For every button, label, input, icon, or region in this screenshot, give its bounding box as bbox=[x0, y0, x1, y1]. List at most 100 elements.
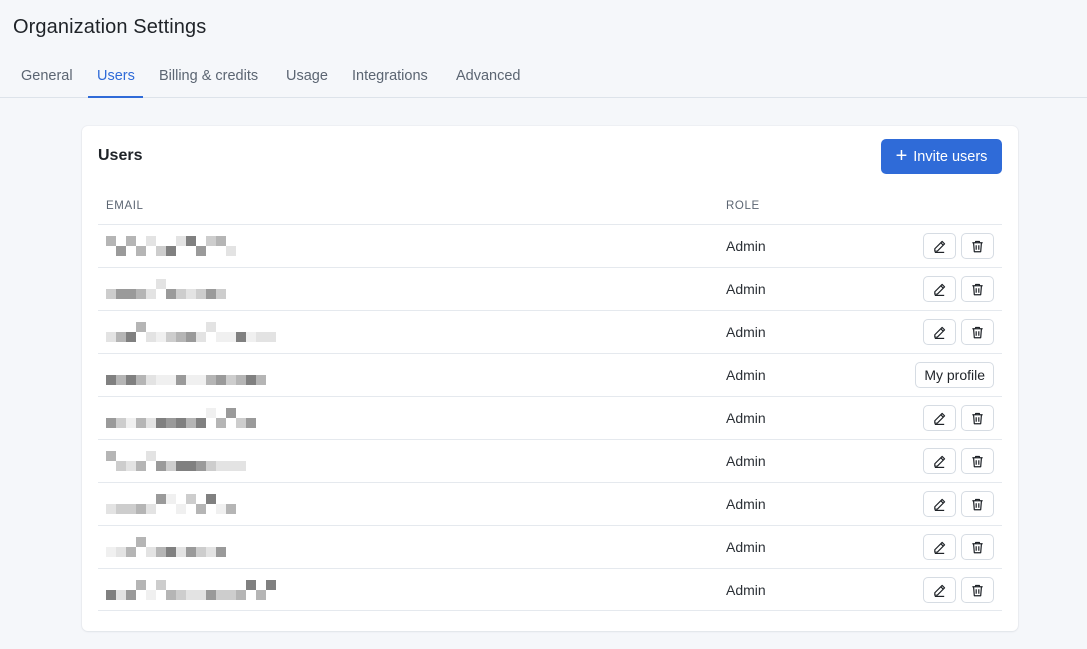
redaction-pixel bbox=[126, 289, 136, 299]
tab-billing-credits[interactable]: Billing & credits bbox=[159, 68, 258, 96]
edit-user-button[interactable] bbox=[923, 405, 956, 431]
users-card: Users + Invite users EMAIL ROLE Admin Adm… bbox=[82, 126, 1018, 631]
redaction-pixel bbox=[176, 547, 186, 557]
table-row: Admin bbox=[98, 396, 1002, 439]
trash-icon bbox=[970, 583, 985, 598]
delete-user-button[interactable] bbox=[961, 448, 994, 474]
redaction-pixel bbox=[166, 590, 176, 600]
users-table: Admin Admin Admin Admin My profile Admin Admin… bbox=[98, 224, 1002, 611]
delete-user-button[interactable] bbox=[961, 491, 994, 517]
redaction-pixel bbox=[226, 375, 236, 385]
redaction-pixel bbox=[116, 504, 126, 514]
delete-user-button[interactable] bbox=[961, 405, 994, 431]
redaction-pixel bbox=[206, 408, 216, 418]
tab-advanced[interactable]: Advanced bbox=[456, 68, 521, 96]
redaction-pixel bbox=[126, 590, 136, 600]
redaction-pixel bbox=[136, 418, 146, 428]
role-cell: Admin bbox=[726, 410, 766, 426]
redaction-pixel bbox=[236, 375, 246, 385]
edit-icon bbox=[932, 239, 947, 254]
redaction-pixel bbox=[206, 289, 216, 299]
edit-user-button[interactable] bbox=[923, 448, 956, 474]
table-row: Admin bbox=[98, 310, 1002, 353]
delete-user-button[interactable] bbox=[961, 534, 994, 560]
delete-user-button[interactable] bbox=[961, 276, 994, 302]
redaction-pixel bbox=[186, 418, 196, 428]
trash-icon bbox=[970, 239, 985, 254]
tab-general[interactable]: General bbox=[21, 68, 73, 96]
redaction-pixel bbox=[166, 418, 176, 428]
role-cell: Admin bbox=[726, 453, 766, 469]
redaction-pixel bbox=[216, 332, 226, 342]
redaction-pixel bbox=[146, 289, 156, 299]
redaction-pixel bbox=[186, 332, 196, 342]
edit-user-button[interactable] bbox=[923, 276, 956, 302]
role-column-header: ROLE bbox=[726, 200, 760, 212]
redaction-pixel bbox=[106, 236, 116, 246]
redaction-pixel bbox=[206, 494, 216, 504]
redaction-pixel bbox=[116, 246, 126, 256]
redaction-pixel bbox=[106, 289, 116, 299]
table-row: Admin bbox=[98, 267, 1002, 310]
redaction-pixel bbox=[176, 236, 186, 246]
edit-user-button[interactable] bbox=[923, 491, 956, 517]
redacted-email bbox=[106, 408, 282, 430]
redaction-pixel bbox=[186, 461, 196, 471]
redaction-pixel bbox=[156, 375, 166, 385]
redaction-pixel bbox=[186, 289, 196, 299]
redaction-pixel bbox=[196, 590, 206, 600]
redaction-pixel bbox=[166, 494, 176, 504]
edit-user-button[interactable] bbox=[923, 233, 956, 259]
trash-icon bbox=[970, 497, 985, 512]
redaction-pixel bbox=[166, 461, 176, 471]
redaction-pixel bbox=[156, 418, 166, 428]
redaction-pixel bbox=[206, 590, 216, 600]
redaction-pixel bbox=[106, 332, 116, 342]
redaction-pixel bbox=[186, 494, 196, 504]
redaction-pixel bbox=[146, 590, 156, 600]
edit-icon bbox=[932, 325, 947, 340]
edit-icon bbox=[932, 583, 947, 598]
redaction-pixel bbox=[216, 418, 226, 428]
redaction-pixel bbox=[126, 375, 136, 385]
redaction-pixel bbox=[116, 547, 126, 557]
redaction-pixel bbox=[236, 332, 246, 342]
plus-icon: + bbox=[895, 144, 908, 167]
role-cell: Admin bbox=[726, 367, 766, 383]
redaction-pixel bbox=[146, 418, 156, 428]
active-tab-indicator bbox=[88, 96, 143, 98]
redaction-pixel bbox=[216, 547, 226, 557]
redaction-pixel bbox=[196, 375, 206, 385]
redaction-pixel bbox=[226, 461, 236, 471]
edit-user-button[interactable] bbox=[923, 319, 956, 345]
edit-user-button[interactable] bbox=[923, 534, 956, 560]
delete-user-button[interactable] bbox=[961, 577, 994, 603]
row-actions bbox=[923, 233, 994, 259]
tab-integrations[interactable]: Integrations bbox=[352, 68, 428, 96]
redaction-pixel bbox=[156, 494, 166, 504]
redaction-pixel bbox=[106, 590, 116, 600]
redaction-pixel bbox=[176, 418, 186, 428]
delete-user-button[interactable] bbox=[961, 319, 994, 345]
redaction-pixel bbox=[206, 547, 216, 557]
delete-user-button[interactable] bbox=[961, 233, 994, 259]
edit-user-button[interactable] bbox=[923, 577, 956, 603]
role-cell: Admin bbox=[726, 281, 766, 297]
redaction-pixel bbox=[186, 590, 196, 600]
role-cell: Admin bbox=[726, 496, 766, 512]
redaction-pixel bbox=[156, 580, 166, 590]
my-profile-button[interactable]: My profile bbox=[915, 362, 994, 388]
redaction-pixel bbox=[196, 246, 206, 256]
redaction-pixel bbox=[126, 418, 136, 428]
redaction-pixel bbox=[116, 289, 126, 299]
invite-users-label: Invite users bbox=[913, 148, 988, 165]
redaction-pixel bbox=[136, 375, 146, 385]
redaction-pixel bbox=[166, 289, 176, 299]
redaction-pixel bbox=[146, 332, 156, 342]
tab-users[interactable]: Users bbox=[97, 68, 135, 96]
redacted-email bbox=[106, 537, 282, 559]
invite-users-button[interactable]: + Invite users bbox=[881, 139, 1002, 174]
tab-usage[interactable]: Usage bbox=[286, 68, 328, 96]
table-row: Admin bbox=[98, 568, 1002, 611]
edit-icon bbox=[932, 497, 947, 512]
